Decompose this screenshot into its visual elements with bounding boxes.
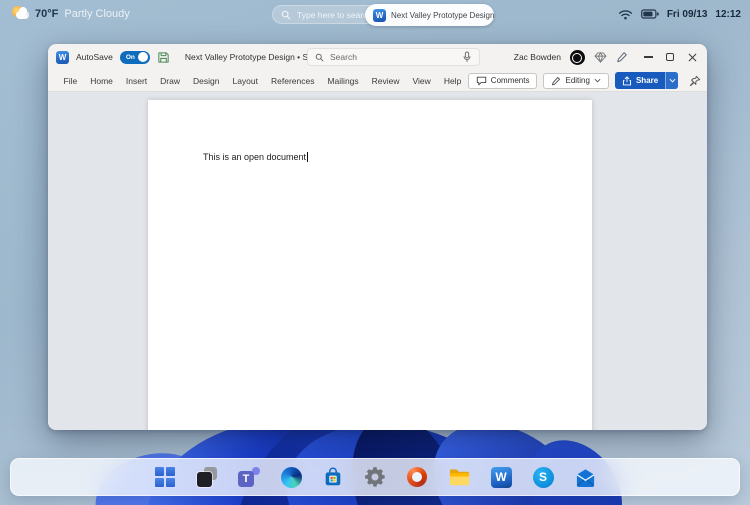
search-icon xyxy=(281,10,291,19)
weather-widget[interactable]: 70°F Partly Cloudy xyxy=(12,6,130,21)
word-icon: W xyxy=(373,8,386,22)
microsoft-store-icon xyxy=(325,467,341,486)
save-icon[interactable] xyxy=(157,51,170,64)
editing-mode-button[interactable]: Editing xyxy=(543,72,609,89)
tab-mailings[interactable]: Mailings xyxy=(321,76,365,86)
share-icon xyxy=(622,75,631,85)
desktop: 70°F Partly Cloudy Type here to search W… xyxy=(0,0,750,505)
system-tray[interactable]: Fri 09/13 12:12 xyxy=(618,6,741,22)
chevron-down-icon xyxy=(669,78,676,83)
pen-icon[interactable] xyxy=(616,51,628,63)
windows-start-icon xyxy=(155,467,175,487)
word-window: W AutoSave On Next Valley Prototype Desi… xyxy=(48,44,707,430)
word-search-placeholder: Search xyxy=(330,52,357,62)
taskbar-icon-task-view[interactable] xyxy=(196,466,219,489)
edge-icon xyxy=(280,466,302,488)
pencil-icon xyxy=(552,76,561,85)
tab-review[interactable]: Review xyxy=(365,76,406,86)
taskbar-icon-store[interactable] xyxy=(322,466,345,489)
taskbar-icon-skype[interactable]: S xyxy=(532,466,555,489)
active-app-pill[interactable]: W Next Valley Prototype Design xyxy=(365,4,494,26)
editing-label: Editing xyxy=(565,76,590,85)
desktop-topbar: 70°F Partly Cloudy Type here to search W… xyxy=(0,0,750,30)
document-page[interactable]: This is an open document xyxy=(148,100,592,430)
minimize-button[interactable] xyxy=(637,44,659,70)
tab-view[interactable]: View xyxy=(406,76,437,86)
document-canvas: This is an open document xyxy=(48,92,707,430)
close-icon xyxy=(688,53,696,61)
autosave-state: On xyxy=(125,53,135,61)
tab-home[interactable]: Home xyxy=(84,76,120,86)
microphone-icon[interactable] xyxy=(462,51,472,63)
tab-insert[interactable]: Insert xyxy=(119,76,153,86)
word-search-box[interactable]: Search xyxy=(307,48,480,66)
taskbar-icon-office[interactable] xyxy=(406,466,429,489)
taskbar-icon-settings[interactable] xyxy=(364,466,387,489)
share-button[interactable]: Share xyxy=(614,72,679,89)
comments-button[interactable]: Comments xyxy=(467,72,538,89)
tab-design[interactable]: Design xyxy=(187,76,226,86)
document-text: This is an open document xyxy=(203,152,307,162)
taskbar-icon-mail[interactable] xyxy=(574,466,597,489)
search-placeholder: Type here to search xyxy=(297,9,373,20)
tray-date: Fri 09/13 xyxy=(666,8,708,20)
taskbar-icon-file-explorer[interactable] xyxy=(448,466,471,489)
comment-icon xyxy=(476,76,486,85)
tab-draw[interactable]: Draw xyxy=(154,76,187,86)
partly-cloudy-icon xyxy=(12,6,29,21)
battery-icon xyxy=(640,9,659,19)
text-cursor xyxy=(307,152,309,162)
account-name[interactable]: Zac Bowden xyxy=(514,52,561,62)
active-app-label: Next Valley Prototype Design xyxy=(391,10,495,20)
window-controls xyxy=(637,44,703,70)
weather-temperature: 70°F xyxy=(35,7,59,20)
gear-icon xyxy=(365,467,385,487)
share-dropdown[interactable] xyxy=(665,72,679,89)
autosave-label: AutoSave xyxy=(76,52,113,62)
autosave-toggle[interactable]: On xyxy=(119,50,150,64)
tab-file[interactable]: File xyxy=(57,76,84,86)
search-icon xyxy=(315,53,324,61)
weather-condition: Partly Cloudy xyxy=(64,7,130,20)
desktop-search-bar[interactable]: Type here to search W Next Valley Protot… xyxy=(272,4,494,26)
taskbar-icon-teams[interactable]: T xyxy=(238,466,261,489)
word-titlebar: W AutoSave On Next Valley Prototype Desi… xyxy=(48,44,707,70)
gem-icon[interactable] xyxy=(594,51,607,63)
office-icon xyxy=(407,467,427,487)
file-explorer-icon xyxy=(449,469,469,486)
account-avatar[interactable] xyxy=(570,49,585,65)
ribbon-tab-row: File Home Insert Draw Design Layout Refe… xyxy=(48,70,707,92)
word-icon: W xyxy=(490,466,512,488)
tray-time: 12:12 xyxy=(715,8,741,20)
mail-icon xyxy=(576,468,594,487)
tab-references[interactable]: References xyxy=(265,76,321,86)
taskbar-icon-word[interactable]: W xyxy=(490,466,513,489)
word-app-icon: W xyxy=(56,50,69,64)
taskbar: T W S xyxy=(10,458,740,496)
ribbon-pin-icon[interactable] xyxy=(689,75,701,87)
teams-icon: T xyxy=(238,466,260,488)
tab-layout[interactable]: Layout xyxy=(226,76,265,86)
skype-icon: S xyxy=(532,466,554,488)
comments-label: Comments xyxy=(490,76,530,85)
taskbar-icon-edge[interactable] xyxy=(280,466,303,489)
share-label: Share xyxy=(635,76,659,85)
wifi-icon xyxy=(618,9,632,19)
close-button[interactable] xyxy=(681,44,703,70)
tab-help[interactable]: Help xyxy=(437,76,467,86)
task-view-icon xyxy=(196,466,218,488)
chevron-down-icon xyxy=(594,78,601,83)
toggle-knob xyxy=(138,52,149,62)
taskbar-icon-start[interactable] xyxy=(154,466,177,489)
maximize-button[interactable] xyxy=(659,44,681,70)
